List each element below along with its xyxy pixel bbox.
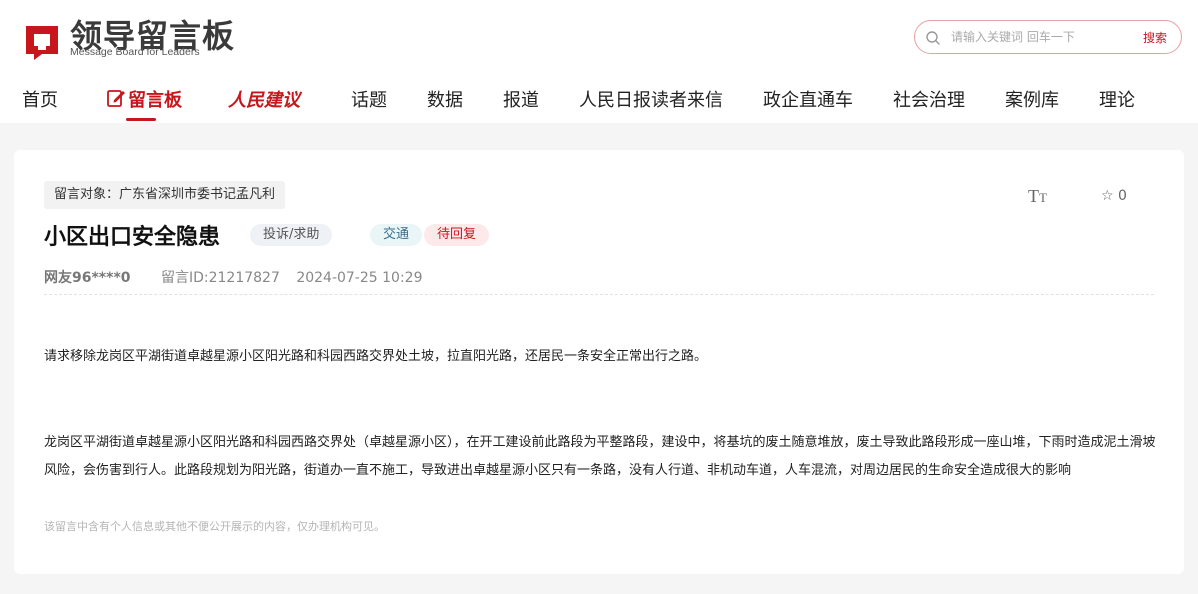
message-meta: 网友96****0 留言ID:21217827 2024-07-25 10:29 bbox=[44, 267, 422, 287]
font-size-icon[interactable]: TT bbox=[1028, 186, 1047, 207]
search-box: 搜索 bbox=[914, 20, 1182, 54]
active-nav-indicator bbox=[126, 118, 156, 121]
nav-item-data[interactable]: 数据 bbox=[427, 86, 463, 112]
status-badge: 待回复 bbox=[424, 224, 490, 246]
nav-item-label: 留言板 bbox=[128, 90, 182, 111]
tag-type: 投诉/求助 bbox=[250, 224, 333, 246]
logo-mark-icon bbox=[26, 26, 58, 60]
site-logo[interactable]: 领导留言板 Message Board for Leaders bbox=[20, 16, 240, 62]
nav-item-government-enterprise[interactable]: 政企直通车 bbox=[763, 86, 853, 112]
tag-category: 交通 bbox=[370, 224, 423, 246]
search-button[interactable]: 搜索 bbox=[1143, 29, 1167, 46]
nav-item-theory[interactable]: 理论 bbox=[1099, 86, 1135, 112]
author-name: 网友96****0 bbox=[44, 270, 131, 286]
message-title: 小区出口安全隐患 bbox=[44, 225, 221, 250]
message-summary: 请求移除龙岗区平湖街道卓越星源小区阳光路和科园西路交界处土坡，拉直阳光路，还居民… bbox=[44, 349, 708, 364]
privacy-notice: 该留言中含有个人信息或其他不便公开展示的内容，仅办理机构可见。 bbox=[44, 520, 385, 533]
main-nav: 首页 留言板 人民建议 话题 数据 报道 人民日报读者来信 政企直通车 社会治理… bbox=[0, 82, 1198, 122]
nav-item-topics[interactable]: 话题 bbox=[351, 86, 387, 112]
note-pen-icon bbox=[107, 90, 125, 107]
nav-item-case-library[interactable]: 案例库 bbox=[1005, 86, 1059, 112]
divider bbox=[44, 294, 1154, 295]
search-input[interactable] bbox=[951, 27, 1131, 47]
nav-item-readers-letters[interactable]: 人民日报读者来信 bbox=[579, 86, 723, 112]
site-header: 领导留言板 Message Board for Leaders 搜索 首页 留言… bbox=[0, 0, 1198, 123]
logo-subtitle: Message Board for Leaders bbox=[70, 46, 200, 58]
nav-item-message-board[interactable]: 留言板 bbox=[106, 86, 182, 112]
nav-item-home[interactable]: 首页 bbox=[22, 86, 58, 112]
message-target: 留言对象：广东省深圳市委书记孟凡利 bbox=[44, 181, 286, 209]
search-icon bbox=[926, 31, 940, 45]
message-detail: 龙岗区平湖街道卓越星源小区阳光路和科园西路交界处（卓越星源小区），在开工建设前此… bbox=[44, 435, 1156, 478]
favorite-button[interactable]: ☆ 0 bbox=[1101, 188, 1127, 204]
nav-item-people-suggestions[interactable]: 人民建议 bbox=[228, 86, 300, 112]
star-outline-icon: ☆ bbox=[1101, 188, 1114, 204]
message-id: 留言ID:21217827 bbox=[160, 270, 280, 286]
favorite-count: 0 bbox=[1118, 188, 1127, 204]
nav-item-social-governance[interactable]: 社会治理 bbox=[893, 86, 965, 112]
message-time: 2024-07-25 10:29 bbox=[296, 270, 423, 286]
message-card: 留言对象：广东省深圳市委书记孟凡利 TT ☆ 0 小区出口安全隐患 投诉/求助 … bbox=[14, 150, 1184, 574]
nav-item-reports[interactable]: 报道 bbox=[503, 86, 539, 112]
